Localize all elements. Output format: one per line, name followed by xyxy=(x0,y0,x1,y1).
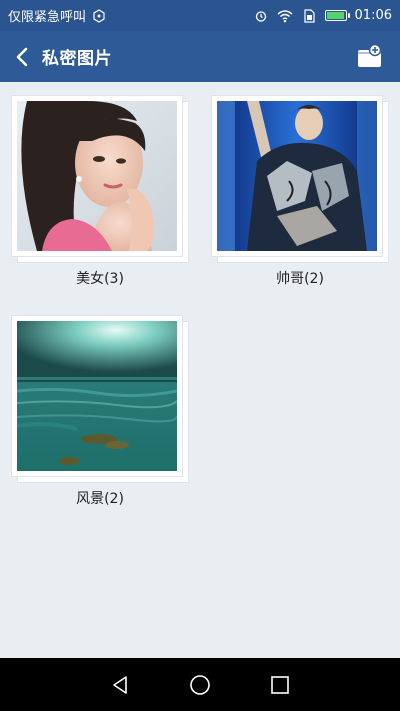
album-cover-frame xyxy=(12,96,182,256)
back-arrow-icon xyxy=(16,47,28,66)
album-label: 帅哥(2) xyxy=(276,271,324,287)
back-button[interactable] xyxy=(2,31,42,82)
album-cover[interactable] xyxy=(12,316,188,482)
album-cover[interactable] xyxy=(212,96,388,262)
album-label: 美女(3) xyxy=(76,271,124,287)
album-cover-frame xyxy=(12,316,182,476)
add-album-button[interactable] xyxy=(354,41,386,73)
nav-back-button[interactable] xyxy=(100,665,140,705)
album-cover-frame xyxy=(212,96,382,256)
app-bar: 私密图片 xyxy=(0,31,400,82)
nav-recents-button[interactable] xyxy=(260,665,300,705)
album-item-beauty[interactable]: 美女(3) xyxy=(12,96,188,288)
status-bar: 仅限紧急呼叫 01:06 xyxy=(0,0,400,31)
album-item-scenery[interactable]: 风景(2) xyxy=(12,316,188,508)
sim-icon xyxy=(301,8,317,24)
square-recents-icon xyxy=(271,675,289,694)
carrier-text: 仅限紧急呼叫 xyxy=(8,10,87,25)
album-thumbnail-portrait xyxy=(17,101,177,251)
nav-home-button[interactable] xyxy=(180,665,220,705)
album-cover[interactable] xyxy=(12,96,188,262)
alarm-icon xyxy=(253,8,269,24)
add-album-icon xyxy=(358,43,382,67)
wifi-icon xyxy=(277,8,293,24)
album-label: 风景(2) xyxy=(76,491,124,507)
page-title: 私密图片 xyxy=(42,49,112,69)
navigation-bar xyxy=(0,658,400,711)
battery-icon xyxy=(324,10,350,21)
circle-home-icon xyxy=(190,674,210,695)
triangle-back-icon xyxy=(113,675,127,694)
album-grid: 美女(3) 帅哥(2) 风景(2) xyxy=(0,82,400,658)
album-thumbnail-sea xyxy=(17,321,177,471)
album-item-handsome[interactable]: 帅哥(2) xyxy=(212,96,388,288)
no-sim-icon xyxy=(91,8,107,24)
status-time: 01:06 xyxy=(354,8,392,23)
album-thumbnail-stage xyxy=(217,101,377,251)
